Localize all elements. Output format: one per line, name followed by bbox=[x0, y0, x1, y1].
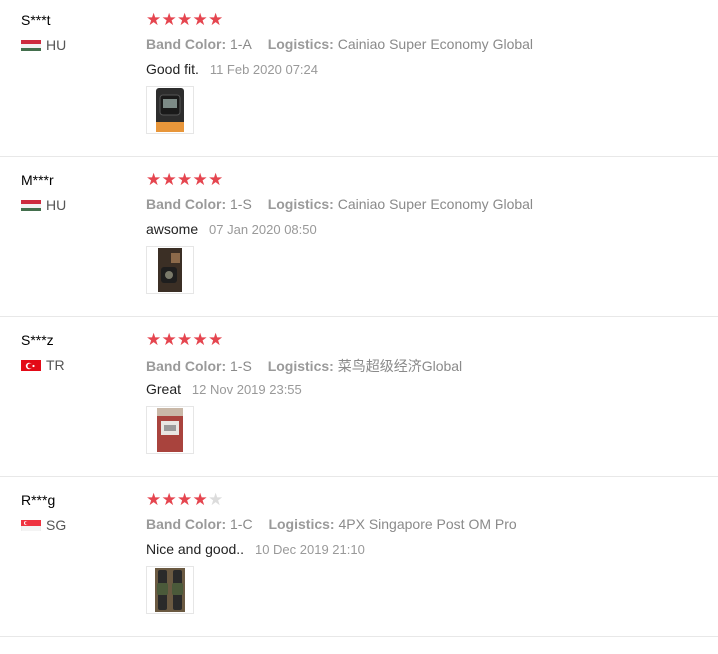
review-date: 07 Jan 2020 08:50 bbox=[209, 222, 317, 237]
reviewer-country: TR bbox=[21, 357, 65, 373]
band-color-label: Band Color: bbox=[146, 516, 227, 532]
reviewer-country: SG bbox=[21, 517, 67, 533]
star-icon: ★ bbox=[177, 490, 193, 509]
band-color-label: Band Color: bbox=[146, 358, 227, 374]
reviewer-country: HU bbox=[21, 197, 67, 213]
review-text: Great bbox=[146, 381, 182, 397]
country-code: HU bbox=[46, 197, 67, 213]
review-photo-thumbnail[interactable] bbox=[146, 566, 194, 614]
star-icon: ★ bbox=[208, 10, 224, 29]
review-divider bbox=[0, 316, 718, 317]
review-divider bbox=[0, 156, 718, 157]
review-date: 12 Nov 2019 23:55 bbox=[191, 382, 302, 397]
star-rating: ★ ★ ★ ★ ★ bbox=[146, 11, 224, 29]
reviewer-name: M***r bbox=[21, 172, 54, 188]
review-meta: Band Color: 1-A Logistics: Cainiao Super… bbox=[146, 36, 533, 52]
star-icon: ★ bbox=[146, 170, 162, 189]
logistics-value: 菜鸟超级经济Global bbox=[337, 358, 463, 374]
review-feedback: Good fit. 11 Feb 2020 07:24 bbox=[146, 61, 318, 77]
review-item: R***g SG ★ ★ ★ ★ ★ Band Color: 1-C Logis… bbox=[0, 480, 718, 640]
review-item: S***t HU ★ ★ ★ ★ ★ Band Color: 1-A Logis… bbox=[0, 0, 718, 160]
band-color-value: 1-S bbox=[230, 358, 252, 374]
logistics-label: Logistics: bbox=[267, 196, 334, 212]
star-empty-icon: ★ bbox=[208, 490, 224, 509]
star-icon: ★ bbox=[177, 10, 193, 29]
review-photo-thumbnail[interactable] bbox=[146, 246, 194, 294]
country-code: HU bbox=[46, 37, 67, 53]
star-icon: ★ bbox=[146, 330, 162, 349]
star-icon: ★ bbox=[192, 330, 208, 349]
star-rating: ★ ★ ★ ★ ★ bbox=[146, 491, 224, 509]
singapore-flag-icon bbox=[21, 519, 41, 531]
star-icon: ★ bbox=[146, 490, 162, 509]
hungary-flag-icon bbox=[21, 39, 41, 51]
star-icon: ★ bbox=[208, 170, 224, 189]
band-color-label: Band Color: bbox=[146, 196, 227, 212]
turkey-flag-icon bbox=[21, 359, 41, 371]
logistics-label: Logistics: bbox=[267, 358, 334, 374]
review-date: 10 Dec 2019 21:10 bbox=[254, 542, 365, 557]
star-rating: ★ ★ ★ ★ ★ bbox=[146, 331, 224, 349]
reviewer-name: R***g bbox=[21, 492, 56, 508]
review-text: awsome bbox=[146, 221, 199, 237]
logistics-value: Cainiao Super Economy Global bbox=[337, 196, 534, 212]
logistics-value: 4PX Singapore Post OM Pro bbox=[338, 516, 517, 532]
review-feedback: Great 12 Nov 2019 23:55 bbox=[146, 381, 302, 397]
band-color-value: 1-S bbox=[230, 196, 252, 212]
band-color-value: 1-C bbox=[230, 516, 253, 532]
star-icon: ★ bbox=[192, 490, 208, 509]
review-item: M***r HU ★ ★ ★ ★ ★ Band Color: 1-S Logis… bbox=[0, 160, 718, 320]
review-date: 11 Feb 2020 07:24 bbox=[209, 62, 318, 77]
star-icon: ★ bbox=[177, 170, 193, 189]
star-icon: ★ bbox=[208, 330, 224, 349]
logistics-label: Logistics: bbox=[268, 516, 335, 532]
country-code: SG bbox=[46, 517, 67, 533]
reviewer-country: HU bbox=[21, 37, 67, 53]
hungary-flag-icon bbox=[21, 199, 41, 211]
country-code: TR bbox=[46, 357, 65, 373]
review-divider bbox=[0, 476, 718, 477]
review-meta: Band Color: 1-C Logistics: 4PX Singapore… bbox=[146, 516, 517, 532]
review-feedback: Nice and good.. 10 Dec 2019 21:10 bbox=[146, 541, 365, 557]
review-photo-thumbnail[interactable] bbox=[146, 406, 194, 454]
star-icon: ★ bbox=[177, 330, 193, 349]
reviewer-name: S***z bbox=[21, 332, 54, 348]
review-meta: Band Color: 1-S Logistics: 菜鸟超级经济Global bbox=[146, 356, 462, 376]
star-icon: ★ bbox=[161, 170, 177, 189]
review-text: Good fit. bbox=[146, 61, 199, 77]
star-icon: ★ bbox=[192, 170, 208, 189]
star-icon: ★ bbox=[192, 10, 208, 29]
review-divider bbox=[0, 636, 718, 637]
star-rating: ★ ★ ★ ★ ★ bbox=[146, 171, 224, 189]
star-icon: ★ bbox=[161, 10, 177, 29]
band-color-value: 1-A bbox=[230, 36, 252, 52]
review-feedback: awsome 07 Jan 2020 08:50 bbox=[146, 221, 317, 237]
band-color-label: Band Color: bbox=[146, 36, 227, 52]
review-text: Nice and good.. bbox=[146, 541, 245, 557]
star-icon: ★ bbox=[161, 330, 177, 349]
review-item: S***z TR ★ ★ ★ ★ ★ Band Color: 1-S Logis… bbox=[0, 320, 718, 480]
review-photo-thumbnail[interactable] bbox=[146, 86, 194, 134]
logistics-label: Logistics: bbox=[267, 36, 334, 52]
logistics-value: Cainiao Super Economy Global bbox=[337, 36, 534, 52]
review-meta: Band Color: 1-S Logistics: Cainiao Super… bbox=[146, 196, 533, 212]
reviewer-name: S***t bbox=[21, 12, 51, 28]
star-icon: ★ bbox=[161, 490, 177, 509]
star-icon: ★ bbox=[146, 10, 162, 29]
